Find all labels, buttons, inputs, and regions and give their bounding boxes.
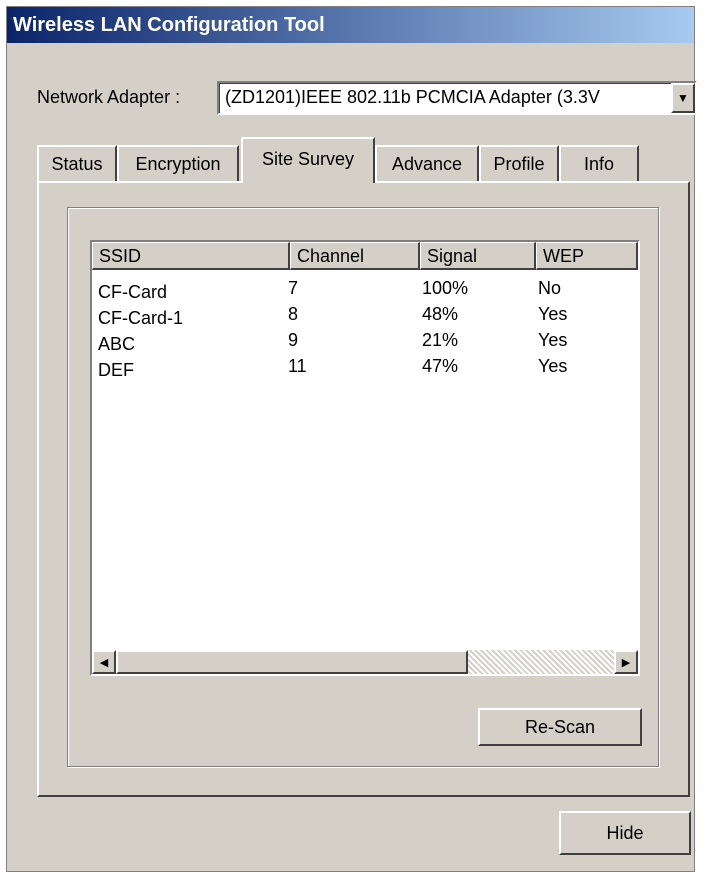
cell-ssid[interactable]: ABC xyxy=(98,334,135,355)
dropdown-button[interactable]: ▼ xyxy=(671,83,695,113)
network-adapter-value: (ZD1201)IEEE 802.11b PCMCIA Adapter (3.3… xyxy=(225,87,600,107)
cell-channel: 8 xyxy=(288,304,299,324)
column-header-ssid[interactable]: SSID xyxy=(92,242,290,270)
site-survey-group: SSID Channel Signal WEP CF-Card 7 100% N… xyxy=(67,207,659,767)
tab-encryption[interactable]: Encryption xyxy=(117,145,239,181)
tab-info[interactable]: Info xyxy=(559,145,639,181)
cell-wep: Yes xyxy=(538,356,568,376)
network-adapter-select[interactable]: (ZD1201)IEEE 802.11b PCMCIA Adapter (3.3… xyxy=(217,81,697,115)
tab-site-survey[interactable]: Site Survey xyxy=(241,137,375,183)
scroll-left-button[interactable]: ◀ xyxy=(92,650,116,674)
cell-wep: No xyxy=(538,278,562,298)
tab-status[interactable]: Status xyxy=(37,145,117,181)
scroll-thumb[interactable] xyxy=(116,650,468,674)
column-header-channel[interactable]: Channel xyxy=(290,242,420,270)
rescan-button[interactable]: Re-Scan xyxy=(478,708,642,746)
network-list[interactable]: SSID Channel Signal WEP CF-Card 7 100% N… xyxy=(90,240,640,676)
window-title: Wireless LAN Configuration Tool xyxy=(7,7,694,43)
cell-channel: 7 xyxy=(288,278,299,298)
column-header-signal[interactable]: Signal xyxy=(420,242,536,270)
cell-wep: Yes xyxy=(538,330,568,350)
cell-channel: 9 xyxy=(288,330,299,350)
cell-ssid[interactable]: CF-Card-1 xyxy=(98,308,183,329)
horizontal-scrollbar[interactable]: ◀ ▶ xyxy=(92,650,638,674)
cell-signal: 100% xyxy=(422,278,469,298)
arrow-left-icon: ◀ xyxy=(99,656,109,669)
cell-signal: 47% xyxy=(422,356,459,376)
app-window: Wireless LAN Configuration Tool Network … xyxy=(6,6,697,872)
network-adapter-label: Network Adapter : xyxy=(37,87,181,107)
cell-ssid[interactable]: CF-Card xyxy=(98,282,167,303)
arrow-right-icon: ▶ xyxy=(621,656,631,669)
cell-signal: 21% xyxy=(422,330,459,350)
chevron-down-icon: ▼ xyxy=(677,91,689,105)
cell-channel: 11 xyxy=(288,356,307,376)
tab-advance[interactable]: Advance xyxy=(375,145,479,181)
cell-wep: Yes xyxy=(538,304,568,324)
tab-profile[interactable]: Profile xyxy=(479,145,559,181)
cell-signal: 48% xyxy=(422,304,459,324)
hide-button[interactable]: Hide xyxy=(559,811,691,855)
site-survey-panel: SSID Channel Signal WEP CF-Card 7 100% N… xyxy=(37,181,690,797)
cell-ssid[interactable]: DEF xyxy=(98,360,134,381)
column-header-wep[interactable]: WEP xyxy=(536,242,638,270)
scroll-right-button[interactable]: ▶ xyxy=(614,650,638,674)
